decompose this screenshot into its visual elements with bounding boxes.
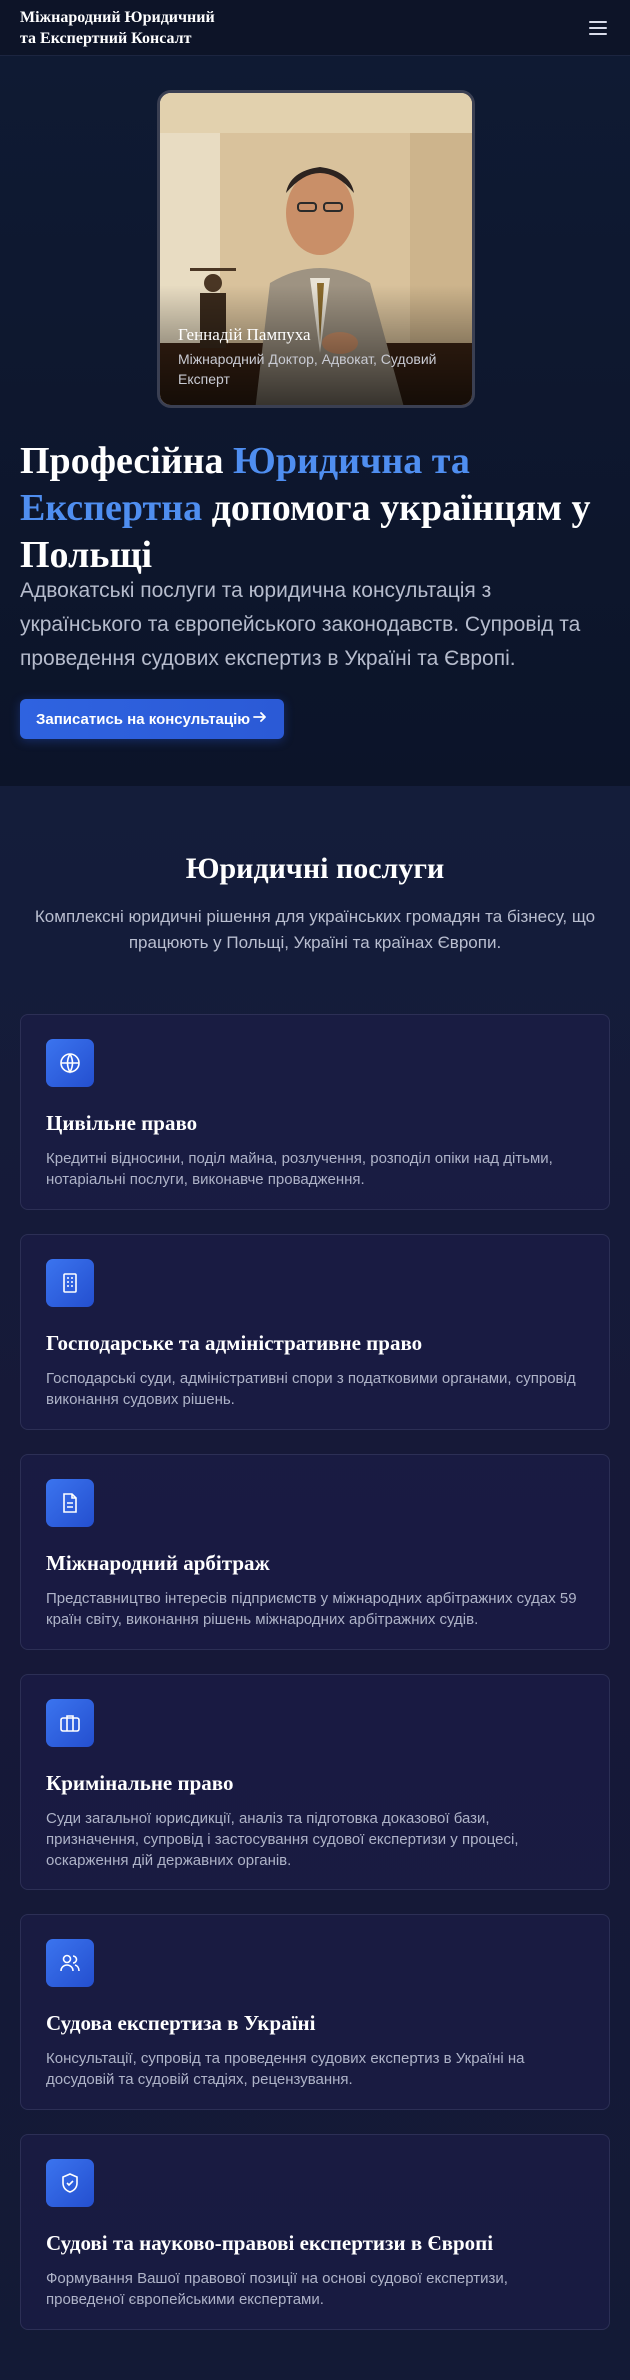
service-text: Консультації, супровід та проведення суд…	[46, 2050, 525, 2088]
services-title: Юридичні послуги	[185, 852, 445, 885]
service-text: Кредитні відносини, поділ майна, розлуче…	[46, 1150, 553, 1188]
lawyer-name: Геннадій Пампуха	[178, 325, 311, 344]
hero-lead: Адвокатські послуги та юридична консульт…	[20, 579, 581, 670]
service-title: Судова експертиза в Україні	[46, 2011, 316, 2035]
lawyer-role: Міжнародний Доктор, Адвокат, Судовий Екс…	[178, 351, 437, 387]
service-card-expertise-ukraine[interactable]: Судова експертиза в Україні Консультації…	[20, 1914, 610, 2110]
book-consultation-button[interactable]: Записатись на консультацію	[20, 699, 284, 739]
site-logo[interactable]: Міжнародний Юридичний та Експертний Конс…	[20, 7, 215, 49]
document-icon	[46, 1479, 94, 1527]
hero-title: Професійна Юридична та Експертна допомог…	[20, 438, 620, 579]
users-icon	[46, 1939, 94, 1987]
service-title: Господарське та адміністративне право	[46, 1331, 423, 1355]
site-header: Міжнародний Юридичний та Експертний Конс…	[0, 0, 630, 56]
service-title: Цивільне право	[46, 1111, 198, 1135]
services-section: Юридичні послуги Комплексні юридичні ріш…	[0, 786, 630, 2380]
service-text: Суди загальної юрисдикції, аналіз та під…	[46, 1810, 519, 1869]
hero-title-part1: Професійна	[20, 440, 234, 482]
service-text: Формування Вашої правової позиції на осн…	[46, 2270, 508, 2308]
service-card-arbitration[interactable]: Міжнародний арбітраж Представництво інте…	[20, 1454, 610, 1650]
services-subtitle: Комплексні юридичні рішення для українсь…	[34, 907, 596, 952]
logo-line-2: та Експертний Консалт	[20, 29, 192, 47]
service-card-commercial[interactable]: Господарське та адміністративне право Го…	[20, 1234, 610, 1430]
lawyer-photo: Геннадій Пампуха Міжнародний Доктор, Адв…	[157, 90, 475, 408]
logo-line-1: Міжнародний Юридичний	[20, 8, 215, 26]
hero-section: Геннадій Пампуха Міжнародний Доктор, Адв…	[0, 56, 630, 786]
service-card-civil[interactable]: Цивільне право Кредитні відносини, поділ…	[20, 1014, 610, 1210]
hamburger-icon[interactable]	[586, 16, 610, 40]
building-icon	[46, 1259, 94, 1307]
briefcase-icon	[46, 1699, 94, 1747]
arrow-right-icon	[252, 709, 268, 730]
service-card-criminal[interactable]: Кримінальне право Суди загальної юрисдик…	[20, 1674, 610, 1890]
shield-check-icon	[46, 2159, 94, 2207]
service-title: Судові та науково-правові експертизи в Є…	[46, 2231, 494, 2255]
service-title: Кримінальне право	[46, 1771, 234, 1795]
service-title: Міжнародний арбітраж	[46, 1551, 270, 1575]
service-text: Господарські суди, адміністративні спори…	[46, 1370, 576, 1408]
service-text: Представництво інтересів підприємств у м…	[46, 1590, 577, 1628]
globe-icon	[46, 1039, 94, 1087]
cta-label: Записатись на консультацію	[36, 710, 251, 728]
service-card-expertise-europe[interactable]: Судові та науково-правові експертизи в Є…	[20, 2134, 610, 2330]
